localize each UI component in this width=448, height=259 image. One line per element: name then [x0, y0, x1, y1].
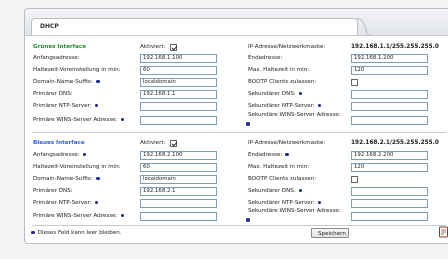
green-domain-input[interactable]: localdomain: [140, 78, 217, 87]
blue-netmask-value: 192.168.2.1/255.255.255.0: [351, 140, 439, 146]
green-wins1-label: Primäre WINS-Server Adresse:: [33, 117, 125, 123]
optional-dot-icon: [120, 117, 125, 122]
green-netmask-label: IP-Adresse/Netzwerkmaske:: [248, 44, 326, 50]
green-wins1-input[interactable]: [140, 116, 217, 125]
green-end-input[interactable]: 192.168.1.200: [351, 54, 428, 63]
green-row-domain: Domain-Name-Suffix: localdomain BOOTP Cl…: [0, 78, 430, 88]
optional-dot-icon: [298, 188, 303, 193]
green-bootp-checkbox[interactable]: [351, 79, 358, 86]
green-ntp1-label: Primärer NTP-Server:: [33, 103, 99, 109]
blue-row-domain: Domain-Name-Suffix: localdomain BOOTP Cl…: [0, 175, 430, 185]
blue-row-ntp: Primärer NTP-Server: Sekundärer NTP-Serv…: [0, 199, 430, 209]
blue-bootp-checkbox[interactable]: [351, 176, 358, 183]
optional-dot-icon: [94, 103, 99, 108]
blue-ntp2-label: Sekundärer NTP-Server:: [248, 200, 322, 206]
optional-dot-icon: [317, 103, 322, 108]
blue-default-lease-input[interactable]: 60: [140, 163, 217, 172]
blue-end-label: Endadresse:: [248, 152, 289, 158]
blue-end-input[interactable]: 192.168.2.200: [351, 151, 428, 160]
green-default-lease-label: Haltezeit-Voreinstellung in min:: [33, 67, 121, 73]
green-max-lease-input[interactable]: 120: [351, 66, 428, 75]
green-ntp1-input[interactable]: [140, 102, 217, 111]
optional-dot-icon: [94, 200, 99, 205]
blue-dns1-input[interactable]: 192.168.2.1: [140, 187, 217, 196]
green-ntp2-input[interactable]: [351, 102, 428, 111]
green-dns2-label: Sekundärer DNS:: [248, 91, 303, 97]
blue-wins2-input[interactable]: [351, 212, 428, 221]
blue-domain-label: Domain-Name-Suffix:: [33, 176, 100, 182]
blue-bootp-label: BOOTP Clients zulassen:: [248, 176, 317, 182]
blue-ntp2-input[interactable]: [351, 199, 428, 208]
green-end-label: Endadresse:: [248, 55, 283, 61]
green-domain-label: Domain-Name-Suffix:: [33, 79, 100, 85]
blue-max-lease-label: Max. Haltezeit in min:: [248, 164, 310, 170]
green-start-input[interactable]: 192.168.1.100: [140, 54, 217, 63]
blue-dns1-label: Primärer DNS:: [33, 188, 73, 194]
blue-row-wins: Primäre WINS-Server Adresse: Sekundäre W…: [0, 208, 430, 222]
green-row-lease: Haltezeit-Voreinstellung in min: 60 Max.…: [0, 66, 430, 76]
blue-wins1-input[interactable]: [140, 212, 217, 221]
blue-start-label: Anfangsadresse:: [33, 152, 87, 158]
green-default-lease-input[interactable]: 60: [140, 66, 217, 75]
green-section-title: Grünes Interface: [33, 44, 86, 50]
blue-ntp1-input[interactable]: [140, 199, 217, 208]
green-ntp2-label: Sekundärer NTP-Server:: [248, 103, 322, 109]
green-dns1-label: Primärer DNS:: [33, 91, 73, 97]
blue-max-lease-input[interactable]: 120: [351, 163, 428, 172]
green-bootp-label: BOOTP Clients zulassen:: [248, 79, 317, 85]
tab-dhcp[interactable]: DHCP: [31, 18, 358, 35]
green-wins2-input[interactable]: [351, 116, 428, 125]
green-activated-label: Aktiviert:: [140, 44, 166, 50]
green-row-wins: Primäre WINS-Server Adresse: Sekundäre W…: [0, 112, 430, 126]
section-divider: [32, 225, 446, 226]
green-netmask-value: 192.168.1.1/255.255.255.0: [351, 44, 439, 50]
green-row-header: Grünes Interface Aktiviert: IP-Adresse/N…: [0, 43, 439, 53]
green-dns1-input[interactable]: 192.168.1.1: [140, 90, 217, 99]
green-max-lease-label: Max. Haltezeit in min:: [248, 67, 310, 73]
blue-activated-checkbox[interactable]: [170, 140, 177, 147]
blue-row-range: Anfangsadresse: 192.168.2.100 Endadresse…: [0, 151, 430, 161]
blue-dns2-label: Sekundärer DNS:: [248, 188, 303, 194]
help-icon[interactable]: [439, 226, 448, 238]
blue-ntp1-label: Primärer NTP-Server:: [33, 200, 99, 206]
optional-dot-icon: [95, 79, 100, 84]
tab-title: DHCP: [40, 23, 59, 30]
optional-dot-icon: [285, 152, 289, 157]
blue-wins1-label: Primäre WINS-Server Adresse:: [33, 213, 125, 219]
optional-dot-icon: [31, 230, 35, 235]
blue-dns2-input[interactable]: [351, 187, 428, 196]
blue-section-title: Blaues Interface: [33, 140, 85, 146]
blue-default-lease-label: Haltezeit-Voreinstellung in min:: [33, 164, 121, 170]
optional-dot-icon: [246, 122, 250, 126]
green-row-range: Anfangsadresse: 192.168.1.100 Endadresse…: [0, 54, 430, 64]
blue-row-header: Blaues Interface Aktiviert: IP-Adresse/N…: [0, 139, 439, 149]
optional-dot-icon: [120, 213, 125, 218]
section-divider: [32, 132, 446, 133]
optional-dot-icon: [317, 200, 322, 205]
optional-dot-icon: [246, 218, 250, 222]
save-button[interactable]: Speichern: [311, 228, 349, 238]
optional-dot-icon: [298, 91, 303, 96]
green-wins2-label: Sekundäre WINS-Server Adresse:: [248, 112, 341, 118]
blue-netmask-label: IP-Adresse/Netzwerkmaske:: [248, 140, 326, 146]
blue-activated-label: Aktiviert:: [140, 140, 166, 146]
blue-wins2-label: Sekundäre WINS-Server Adresse:: [248, 208, 341, 214]
optional-field-note: Dieses Feld kann leer bleiben.: [31, 230, 122, 236]
blue-row-lease: Haltezeit-Voreinstellung in min: 60 Max.…: [0, 163, 430, 173]
green-dns2-input[interactable]: [351, 90, 428, 99]
blue-domain-input[interactable]: localdomain: [140, 175, 217, 184]
blue-row-dns: Primärer DNS: 192.168.2.1 Sekundärer DNS…: [0, 187, 430, 197]
green-row-dns: Primärer DNS: 192.168.1.1 Sekundärer DNS…: [0, 90, 430, 100]
blue-start-input[interactable]: 192.168.2.100: [140, 151, 217, 160]
optional-dot-icon: [95, 176, 100, 181]
green-start-label: Anfangsadresse:: [33, 55, 80, 61]
tab-edge: [355, 18, 371, 35]
optional-dot-icon: [82, 152, 87, 157]
green-activated-checkbox[interactable]: [170, 44, 177, 51]
green-row-ntp: Primärer NTP-Server: Sekundärer NTP-Serv…: [0, 102, 430, 112]
